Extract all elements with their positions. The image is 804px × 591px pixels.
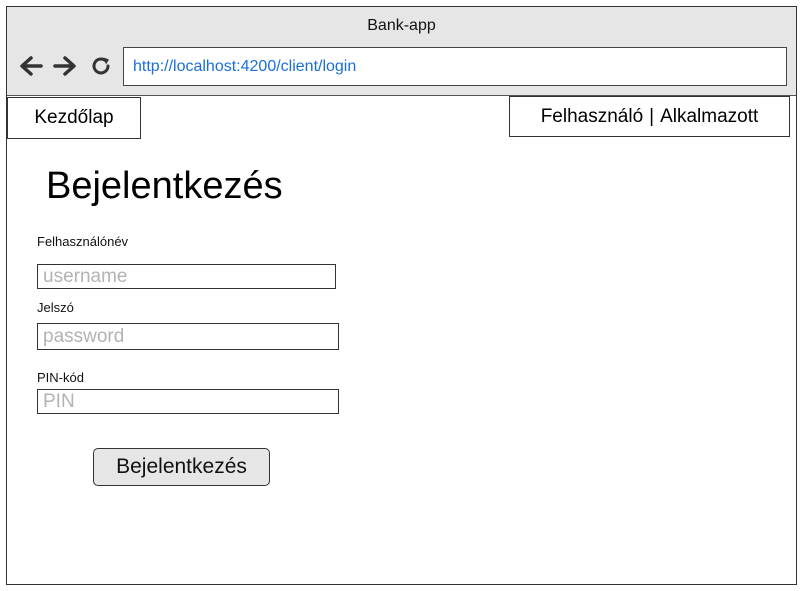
- password-field[interactable]: [37, 323, 339, 350]
- arrow-left-icon[interactable]: [18, 53, 44, 79]
- browser-chrome: Bank-app http://localhost:4200/client/lo…: [7, 7, 796, 96]
- role-employee-link[interactable]: Alkalmazott: [660, 106, 758, 128]
- browser-window: Bank-app http://localhost:4200/client/lo…: [6, 6, 797, 585]
- role-separator: |: [649, 105, 655, 127]
- pin-field[interactable]: [37, 389, 339, 414]
- home-button[interactable]: Kezdőlap: [7, 97, 141, 139]
- window-title: Bank-app: [367, 17, 436, 34]
- pin-label: PIN-kód: [37, 370, 84, 385]
- arrow-right-icon[interactable]: [52, 53, 78, 79]
- role-switch: Felhasználó | Alkalmazott: [509, 96, 790, 137]
- page-title: Bejelentkezés: [46, 165, 283, 207]
- username-field[interactable]: [37, 264, 336, 289]
- reload-icon[interactable]: [88, 53, 114, 79]
- url-bar[interactable]: http://localhost:4200/client/login: [123, 47, 787, 86]
- password-label: Jelszó: [37, 300, 74, 315]
- login-button[interactable]: Bejelentkezés: [93, 448, 270, 486]
- username-label: Felhasználónév: [37, 234, 129, 249]
- role-user-link[interactable]: Felhasználó: [541, 106, 643, 128]
